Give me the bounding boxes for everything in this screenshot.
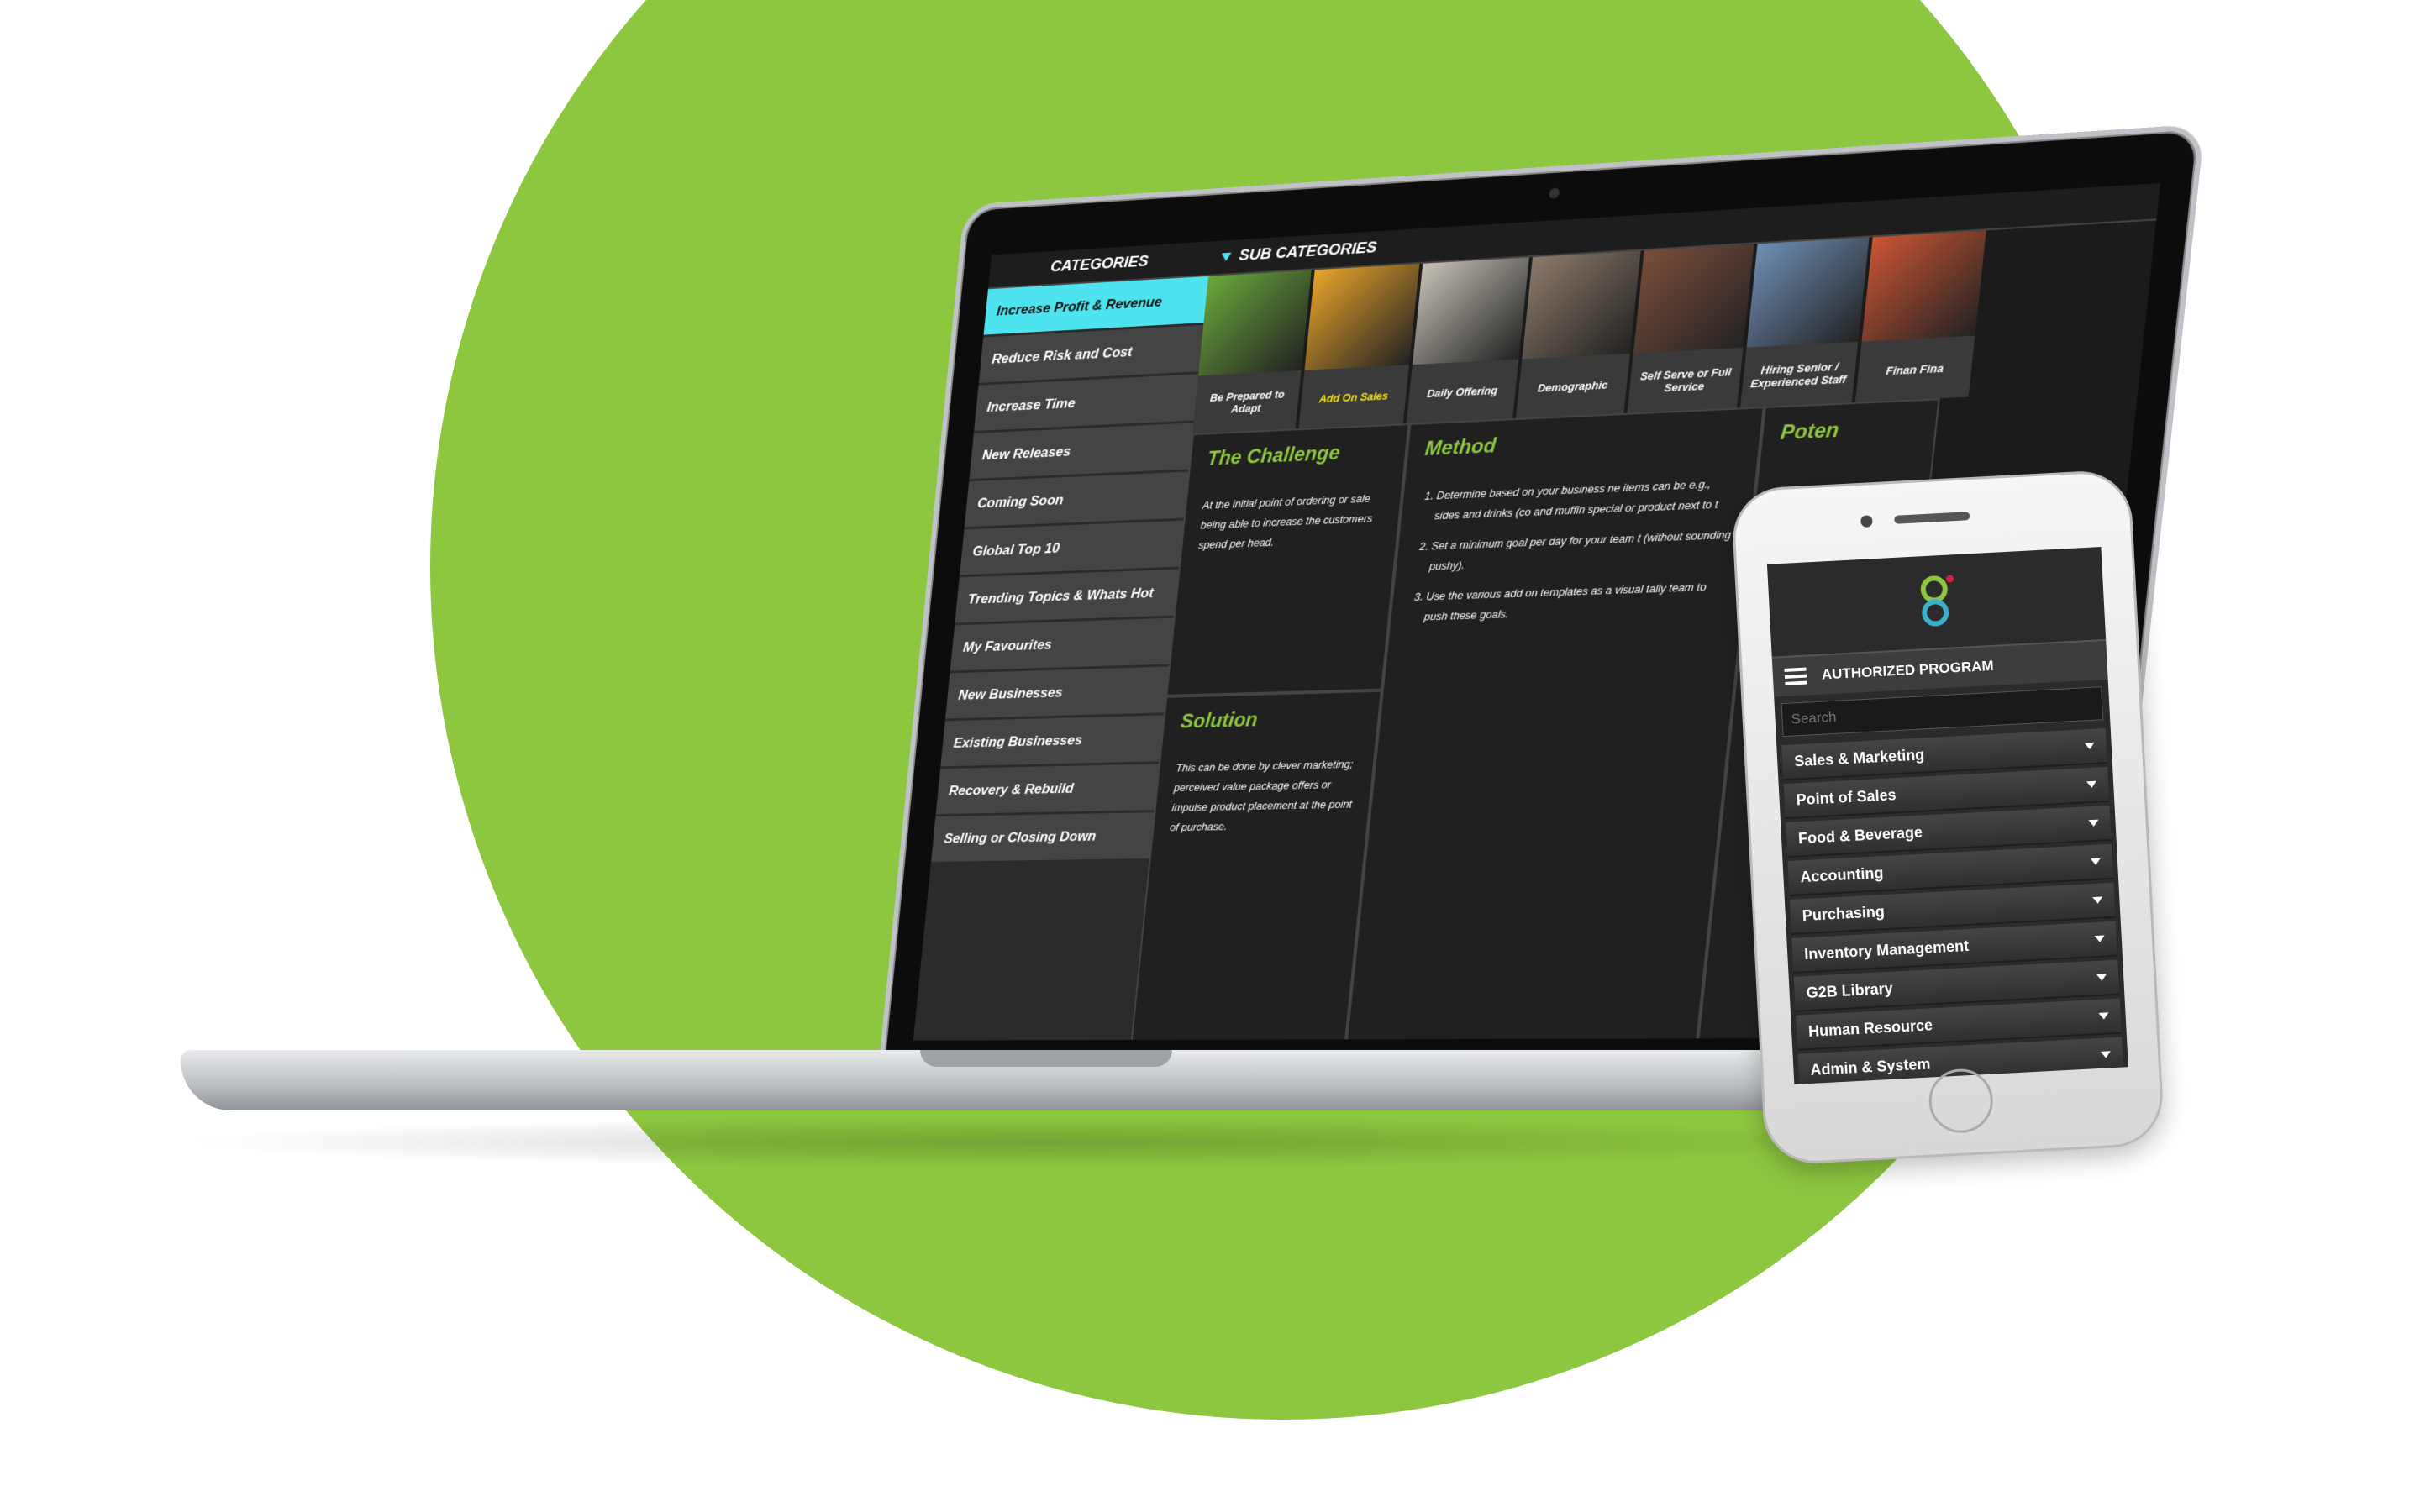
home-button[interactable] [1927, 1067, 1995, 1135]
subcategory-tile[interactable]: Self Serve or Full Service [1627, 244, 1754, 413]
chevron-down-icon [2090, 858, 2102, 866]
method-panel: Method Determine based on your business … [1345, 407, 1765, 1041]
subcategory-label: Hiring Senior / Experienced Staff [1740, 341, 1859, 408]
subcategory-label: Demographic [1516, 353, 1630, 419]
chevron-down-icon [2086, 780, 2097, 789]
method-step: Determine based on your business ne item… [1434, 473, 1739, 526]
subcategory-label: Finan Fina [1854, 335, 1975, 402]
subcategory-image [1746, 237, 1870, 348]
method-step: Set a minimum goal per day for your team… [1428, 524, 1733, 576]
category-item[interactable]: Coming Soon [964, 471, 1189, 530]
category-item[interactable]: Selling or Closing Down [930, 812, 1155, 864]
subcategory-tile[interactable]: Be Prepared to Adapt [1192, 270, 1312, 434]
subcategories-title: SUB CATEGORIES [1238, 239, 1378, 265]
phone-menu-label: Human Resource [1807, 1016, 1933, 1040]
subcategory-tile[interactable]: Finan Fina [1854, 230, 1986, 402]
method-step: Use the various add on templates as a vi… [1423, 576, 1728, 627]
chevron-down-icon [2100, 1051, 2112, 1058]
subcategory-tile[interactable]: Demographic [1516, 250, 1641, 419]
category-item[interactable]: New Businesses [944, 666, 1170, 722]
speaker-grille [1894, 512, 1970, 524]
laptop-base [181, 1050, 1912, 1110]
subcategory-image [1633, 244, 1754, 354]
potential-title: Poten [1779, 418, 1840, 445]
solution-text: This can be done by clever marketing; pe… [1169, 757, 1355, 834]
subcategory-tile[interactable]: Daily Offering [1406, 257, 1529, 424]
category-item[interactable]: Trending Topics & Whats Hot [955, 569, 1179, 626]
phone-menu-label: Sales & Marketing [1793, 745, 1925, 769]
subcategory-tile[interactable]: Hiring Senior / Experienced Staff [1740, 237, 1870, 408]
phone-menu-label: Inventory Management [1803, 937, 1970, 963]
subcategory-label: Be Prepared to Adapt [1192, 370, 1302, 434]
subcategory-image [1522, 250, 1641, 360]
hamburger-menu-icon[interactable] [1784, 664, 1807, 689]
method-steps: Determine based on your business ne item… [1407, 473, 1739, 627]
category-item[interactable]: Existing Businesses [940, 715, 1165, 769]
subcategory-image [1304, 264, 1420, 370]
subcategory-label: Self Serve or Full Service [1627, 347, 1744, 413]
phone-menu-label: Food & Beverage [1797, 823, 1923, 847]
chevron-down-icon [2094, 935, 2106, 943]
camera-icon [1549, 187, 1560, 199]
device-shadow [168, 1117, 1916, 1168]
search-input[interactable] [1781, 686, 2104, 738]
category-item[interactable]: Global Top 10 [959, 520, 1184, 578]
subcategory-label: Add On Sales [1298, 365, 1409, 429]
solution-title: Solution [1179, 708, 1259, 733]
phone-menu: Sales & Marketing Point of Sales Food & Be… [1776, 728, 2128, 1084]
subcategory-image [1861, 230, 1986, 342]
solution-panel: Solution This can be done by clever mark… [1130, 690, 1382, 1041]
chevron-down-icon [2098, 1012, 2109, 1020]
category-item[interactable]: My Favourites [950, 617, 1174, 674]
chevron-down-icon [2088, 819, 2099, 827]
chevron-down-icon [2084, 742, 2095, 750]
phone-menu-label: Point of Sales [1796, 785, 1897, 808]
filter-icon[interactable] [1221, 252, 1232, 262]
phone-menu-label: Admin & System [1809, 1054, 1931, 1079]
front-camera-icon [1860, 515, 1873, 528]
subcategory-tile[interactable]: Add On Sales [1298, 264, 1420, 429]
laptop-notch [920, 1050, 1172, 1067]
phone: AUTHORIZED PROGRAM Sales & Marketing Poin… [1730, 469, 2165, 1166]
program-label: AUTHORIZED PROGRAM [1821, 657, 1995, 683]
phone-menu-label: Accounting [1799, 864, 1884, 885]
phone-menu-label: Purchasing [1802, 902, 1886, 924]
g2b-logo [1917, 575, 1956, 628]
challenge-panel: The Challenge At the initial point of or… [1165, 423, 1410, 696]
chevron-down-icon [2092, 896, 2103, 905]
challenge-title: The Challenge [1206, 441, 1341, 470]
subcategory-label: Daily Offering [1406, 359, 1519, 424]
subcategory-image [1412, 257, 1529, 365]
challenge-text: At the initial point of ordering or sale… [1197, 491, 1374, 552]
category-item[interactable]: Recovery & Rebuild [935, 764, 1160, 817]
chevron-down-icon [2096, 974, 2107, 981]
phone-menu-label: G2B Library [1806, 979, 1894, 1001]
logo-area [1767, 547, 2106, 657]
method-title: Method [1423, 434, 1497, 461]
subcategory-image [1198, 270, 1312, 376]
phone-screen: AUTHORIZED PROGRAM Sales & Marketing Poin… [1766, 547, 2128, 1084]
